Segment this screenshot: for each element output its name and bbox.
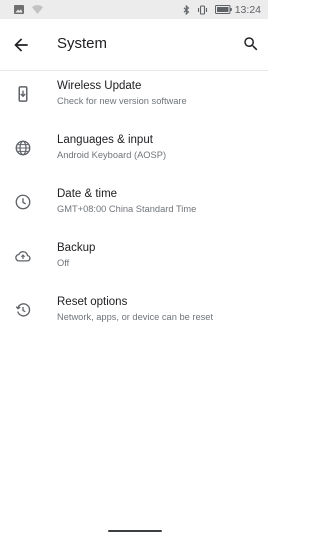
setting-summary: Check for new version software: [57, 96, 187, 106]
setting-wireless-update[interactable]: Wireless Update Check for new version so…: [0, 72, 268, 126]
bluetooth-icon: [183, 4, 190, 15]
settings-list: Wireless Update Check for new version so…: [0, 72, 268, 342]
setting-reset-options[interactable]: Reset options Network, apps, or device c…: [0, 288, 268, 342]
setting-label: Wireless Update: [57, 80, 142, 92]
app-bar-divider: [0, 70, 268, 71]
back-arrow-icon[interactable]: [11, 35, 31, 55]
vibrate-icon: [197, 4, 207, 15]
system-update-icon: [18, 86, 28, 102]
cloud-upload-icon: [15, 251, 31, 262]
app-bar: System: [0, 19, 268, 70]
setting-summary: Off: [57, 258, 70, 268]
setting-date-time[interactable]: Date & time GMT+08:00 China Standard Tim…: [0, 180, 268, 234]
setting-label: Backup: [57, 242, 96, 254]
setting-label: Reset options: [57, 296, 128, 308]
restore-icon: [15, 303, 31, 317]
globe-icon: [15, 140, 31, 156]
setting-summary: GMT+08:00 China Standard Time: [57, 204, 197, 214]
clock-icon: [15, 194, 31, 210]
search-icon[interactable]: [242, 35, 260, 53]
status-time: 13:24: [234, 3, 261, 16]
wifi-icon: [32, 5, 43, 14]
image-notification-icon: [14, 5, 24, 14]
setting-label: Languages & input: [57, 134, 153, 146]
setting-summary: Android Keyboard (AOSP): [57, 150, 167, 160]
setting-languages-input[interactable]: Languages & input Android Keyboard (AOSP…: [0, 126, 268, 180]
page-title: System: [57, 35, 108, 52]
battery-icon: [214, 5, 232, 14]
setting-label: Date & time: [57, 188, 118, 200]
setting-summary: Network, apps, or device can be reset: [57, 312, 214, 322]
gesture-nav-handle[interactable]: [108, 530, 162, 532]
setting-backup[interactable]: Backup Off: [0, 234, 268, 288]
status-bar: 13:24: [0, 0, 268, 19]
